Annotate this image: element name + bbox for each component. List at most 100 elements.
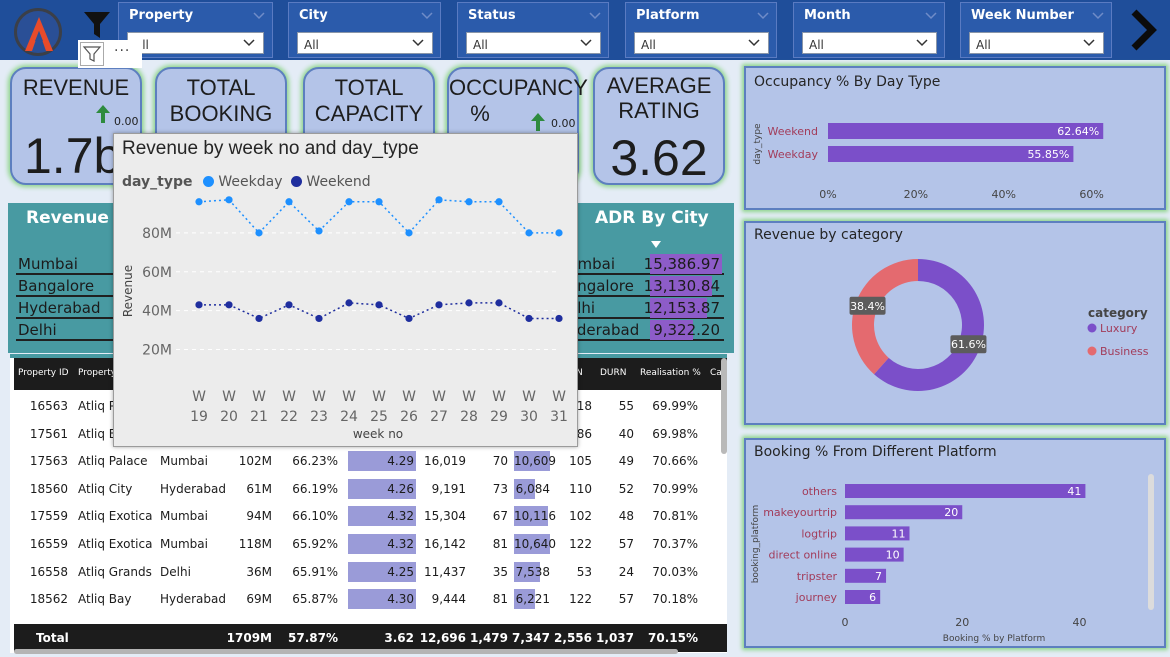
visual-filter-button[interactable] (80, 42, 104, 66)
table-cell: 53 (576, 564, 592, 579)
slicer-platform[interactable]: Platform All (625, 2, 777, 58)
table-cell: 36M (246, 564, 272, 579)
table-cell: Delhi (160, 564, 191, 579)
y-tick-label: 20M (142, 343, 172, 359)
table-cell: 118M (238, 537, 272, 551)
x-tick-label: 22 (280, 409, 298, 425)
column-header[interactable]: DURN (600, 368, 627, 378)
slicer-month[interactable]: Month All (793, 2, 945, 58)
x-axis-label: week no (353, 427, 403, 441)
table-cell: 70.18% (652, 592, 698, 607)
table-row[interactable]: 17559 Atliq Exotica Mumbai 94M 66.10% 4.32 15,… (14, 502, 719, 529)
list-item[interactable]: yderabad 9,322.20 (566, 319, 724, 341)
table-cell: 55 (618, 399, 634, 413)
table-cell: 6,221 (515, 592, 550, 607)
chevron-down-icon[interactable] (420, 9, 434, 21)
list-item[interactable]: angalore 13,130.84 (566, 275, 724, 297)
sort-desc-icon[interactable] (651, 241, 661, 249)
data-point (555, 229, 563, 237)
table-row[interactable]: 18562 Atliq Bay Hyderabad 69M 65.87% 4.30 9,44… (14, 585, 719, 612)
x-tick-label: 21 (250, 409, 268, 425)
data-point (525, 229, 533, 237)
next-page-arrow-icon[interactable] (1128, 8, 1158, 52)
table-cell: 94M (246, 509, 272, 524)
category-label: others (802, 485, 837, 498)
column-header[interactable]: Property (78, 368, 116, 378)
list-item[interactable]: elhi 12,153.87 (566, 297, 724, 319)
table-cell: 122 (569, 592, 592, 607)
filter-icon (82, 46, 102, 62)
data-label: 6 (869, 591, 876, 604)
table-row[interactable]: 17563 Atliq Palace Mumbai 102M 66.23% 4.29 16,… (14, 447, 719, 474)
trend-up-arrow-icon (96, 105, 110, 123)
slicer-city[interactable]: City All (288, 2, 441, 58)
chevron-down-icon[interactable] (412, 39, 424, 47)
table-row[interactable]: 16558 Atliq Grands Delhi 36M 65.91% 4.25 11,43… (14, 558, 719, 585)
data-point (225, 196, 233, 204)
x-tick-label: W (252, 389, 266, 405)
chevron-down-icon[interactable] (748, 39, 760, 47)
category-label: tripster (797, 570, 838, 583)
table-row[interactable]: 18560 Atliq City Hyderabad 61M 66.19% 4.26 9,1… (14, 475, 719, 502)
slicer-dropdown[interactable]: All (634, 32, 769, 54)
chevron-down-icon[interactable] (916, 39, 928, 47)
table-cell: 9,191 (431, 481, 466, 496)
kpi-value: 3.62 (610, 130, 708, 186)
adr-value: 12,153.87 (643, 299, 720, 317)
table-row[interactable]: 16559 Atliq Exotica Mumbai 118M 65.92% 4.32 16… (14, 530, 719, 557)
slicer-label: Month (804, 8, 851, 23)
filter-funnel-icon[interactable] (84, 12, 110, 40)
table-vertical-scrollbar[interactable] (721, 358, 727, 454)
table-cell: 81 (492, 592, 508, 607)
slicer-status[interactable]: Status All (457, 2, 609, 58)
legend-dot (1087, 346, 1097, 356)
table-cell: 4.32 (387, 509, 414, 524)
slicer-dropdown[interactable]: All (127, 32, 264, 54)
slicer-dropdown[interactable]: All (969, 32, 1104, 54)
x-tick-label: 30 (520, 409, 538, 425)
table-cell: 66.23% (292, 454, 338, 469)
chevron-down-icon[interactable] (924, 9, 938, 21)
table-cell: 66.19% (292, 481, 338, 496)
x-tick-label: 23 (310, 409, 328, 425)
chevron-down-icon[interactable] (252, 9, 266, 21)
data-label: 62.64% (1057, 125, 1099, 138)
slicer-label: Week Number (971, 8, 1074, 23)
category-label: direct online (769, 549, 838, 562)
x-tick-label: 26 (400, 409, 418, 425)
table-cell: 17561 (29, 426, 68, 441)
data-point (255, 314, 263, 323)
chevron-down-icon[interactable] (580, 39, 592, 47)
column-header[interactable]: Realisation % (640, 368, 701, 378)
data-point (315, 227, 323, 235)
chevron-down-icon[interactable] (1083, 39, 1095, 47)
data-point (465, 198, 473, 206)
kpi-title: RATING (618, 98, 700, 123)
slicer-dropdown[interactable]: All (802, 32, 937, 54)
more-options-icon[interactable]: ··· (114, 43, 130, 59)
slicer-dropdown[interactable]: All (297, 32, 433, 54)
total-cell: 3.62 (384, 631, 414, 645)
slicer-dropdown[interactable]: All (466, 32, 601, 54)
platform-bar-chart: booking_platform others 41 makeyourtrip 20 lo… (751, 484, 1087, 644)
chevron-down-icon[interactable] (588, 9, 602, 21)
data-point (435, 196, 443, 204)
slicer-week-number[interactable]: Week Number All (960, 2, 1112, 58)
kpi-title: REVENUE (22, 75, 130, 100)
table-cell: 10,640 (514, 537, 556, 551)
total-cell: 1,479 (470, 631, 508, 645)
list-item[interactable]: umbai 15,386.97 (566, 253, 724, 275)
chevron-down-icon[interactable] (756, 9, 770, 21)
data-point (195, 301, 203, 309)
table-horizontal-scrollbar[interactable] (14, 649, 678, 654)
chart-scrollbar[interactable] (1148, 474, 1154, 610)
column-header[interactable]: Property ID (18, 368, 69, 378)
x-tick-label: W (192, 389, 206, 405)
adr-value: 9,322.20 (653, 321, 720, 339)
table-cell: Atliq City (78, 481, 133, 496)
x-tick-label: W (312, 389, 326, 405)
chevron-down-icon[interactable] (243, 39, 255, 47)
chevron-down-icon[interactable] (1091, 9, 1105, 21)
slicer-value: All (976, 38, 991, 52)
table-cell: 16,019 (424, 454, 466, 469)
